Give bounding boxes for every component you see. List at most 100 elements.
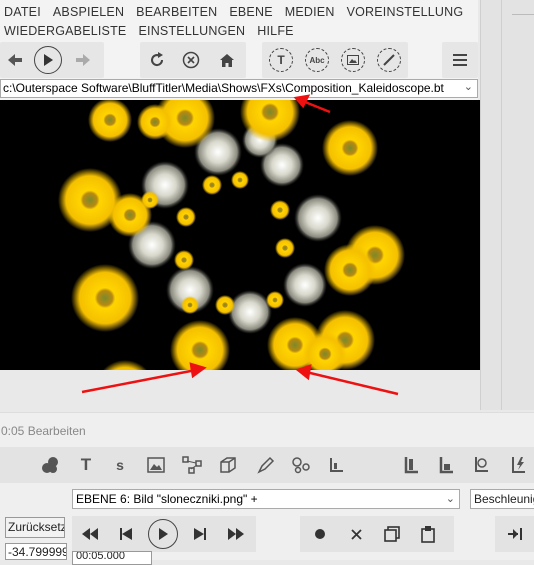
white-flower [228,290,272,334]
reset-label: Zurücksetzen [8,520,64,534]
back-arrow-icon[interactable] [0,42,30,78]
add-abc-layer-button[interactable]: Abc [302,42,332,78]
shapes-icon[interactable] [34,447,66,483]
timeline-label: 0:05 Bearbeiten [1,424,86,438]
time-input[interactable]: 00:05.000 [72,551,152,565]
sunflower [266,291,284,309]
sunflower [275,238,295,258]
sunflower [137,104,173,140]
sunflower [270,200,290,220]
end-controls [495,516,534,552]
side-pane [480,0,534,410]
acceleration-value: Beschleunigen [474,492,534,506]
sunflower [215,295,235,315]
preview-canvas[interactable] [0,100,480,370]
jump-to-end-icon[interactable] [497,516,533,552]
menu-einstellungen[interactable]: EINSTELLUNGEN [134,22,253,40]
menu-bar-row2: WIEDERGABELISTE EINSTELLUNGEN HILFE [0,22,302,40]
time-value: 00:05.000 [76,551,125,562]
menu-abspielen[interactable]: ABSPIELEN [49,3,132,21]
home-icon[interactable] [212,42,242,78]
cancel-icon[interactable] [176,42,206,78]
link-tool-icon[interactable] [465,447,497,483]
value-input[interactable]: -34.799999 [5,543,67,560]
transport-controls [72,516,256,552]
lightning-tool-icon[interactable] [502,447,534,483]
menu-wiedergabeliste[interactable]: WIEDERGABELISTE [0,22,134,40]
align-left-icon[interactable] [395,447,427,483]
particles-tool-icon[interactable] [285,447,317,483]
show-path-text: c:\Outerspace Software\BluffTitler\Media… [3,81,444,95]
sunflower [202,175,222,195]
add-text-layer-button[interactable]: T [266,42,296,78]
acceleration-dropdown[interactable]: Beschleunigen [470,489,534,509]
image-icon [341,48,365,72]
abc-icon: Abc [305,48,329,72]
skip-to-start-icon[interactable] [72,516,108,552]
sunflower [88,100,132,142]
annotation-arrow-right [305,370,399,396]
s-tool-icon[interactable]: s [104,447,136,483]
menu-bearbeiten[interactable]: BEARBEITEN [132,3,225,21]
brush-icon [377,48,401,72]
forward-arrow-icon[interactable] [68,42,98,78]
add-image-layer-button[interactable] [338,42,368,78]
add-layer-group: T Abc [262,42,408,78]
reset-button[interactable]: Zurücksetzen [5,517,65,538]
annotation-arrow-left [81,368,197,394]
sunflower [324,244,376,296]
text-tool-icon[interactable]: T [70,447,102,483]
layer-tool-icon[interactable] [320,447,352,483]
skip-to-end-icon[interactable] [218,516,254,552]
sunflower [176,207,196,227]
sunflower [231,171,249,189]
main-toolbar: T Abc [0,42,478,78]
menu-voreinstellung[interactable]: VOREINSTELLUNG [343,3,472,21]
kaleidoscope-preview [58,100,405,370]
paste-icon[interactable] [410,516,446,552]
play-button[interactable] [33,42,63,78]
brush-tool-icon[interactable] [250,447,282,483]
step-back-icon[interactable] [108,516,144,552]
menu-hilfe[interactable]: HILFE [253,22,301,40]
pane-divider [501,0,502,410]
image-tool-icon[interactable] [140,447,172,483]
sunflower [322,120,378,176]
delete-key-icon[interactable] [338,516,374,552]
top-panel: DATEI ABSPIELEN BEARBEITEN EBENE MEDIEN … [0,0,478,100]
menu-datei[interactable]: DATEI [0,3,49,21]
chevron-down-icon: ⌄ [463,81,473,93]
sunflower [141,191,159,209]
cube-tool-icon[interactable] [212,447,244,483]
action-group [140,42,246,78]
layer-tools-strip: T s [0,447,534,483]
playback-group [0,42,104,78]
layer-select-dropdown[interactable]: EBENE 6: Bild "sloneczniki.png" + ⌄ [72,489,460,509]
sunflower [102,360,148,370]
step-forward-icon[interactable] [182,516,218,552]
show-path-dropdown[interactable]: c:\Outerspace Software\BluffTitler\Media… [0,79,478,98]
sunflower [174,250,194,270]
copy-icon[interactable] [374,516,410,552]
white-flower [294,194,342,242]
play-button-large[interactable] [145,516,181,552]
add-brush-layer-button[interactable] [374,42,404,78]
sunflower [170,320,230,370]
record-icon[interactable] [302,516,338,552]
hamburger-menu-icon[interactable] [445,42,475,78]
chevron-down-icon: ⌄ [445,493,455,505]
play-icon [148,519,178,549]
align-bottom-icon[interactable] [430,447,462,483]
play-icon [34,46,62,74]
sunflower [71,264,139,332]
path-tool-icon[interactable] [176,447,208,483]
keyframe-controls [300,516,454,552]
menu-medien[interactable]: MEDIEN [281,3,343,21]
menu-ebene[interactable]: EBENE [225,3,280,21]
sunflower [181,296,199,314]
text-icon: T [269,48,293,72]
layer-select-value: EBENE 6: Bild "sloneczniki.png" + [76,492,258,506]
menu-group [442,42,478,78]
refresh-icon[interactable] [142,42,172,78]
white-flower [283,263,327,307]
